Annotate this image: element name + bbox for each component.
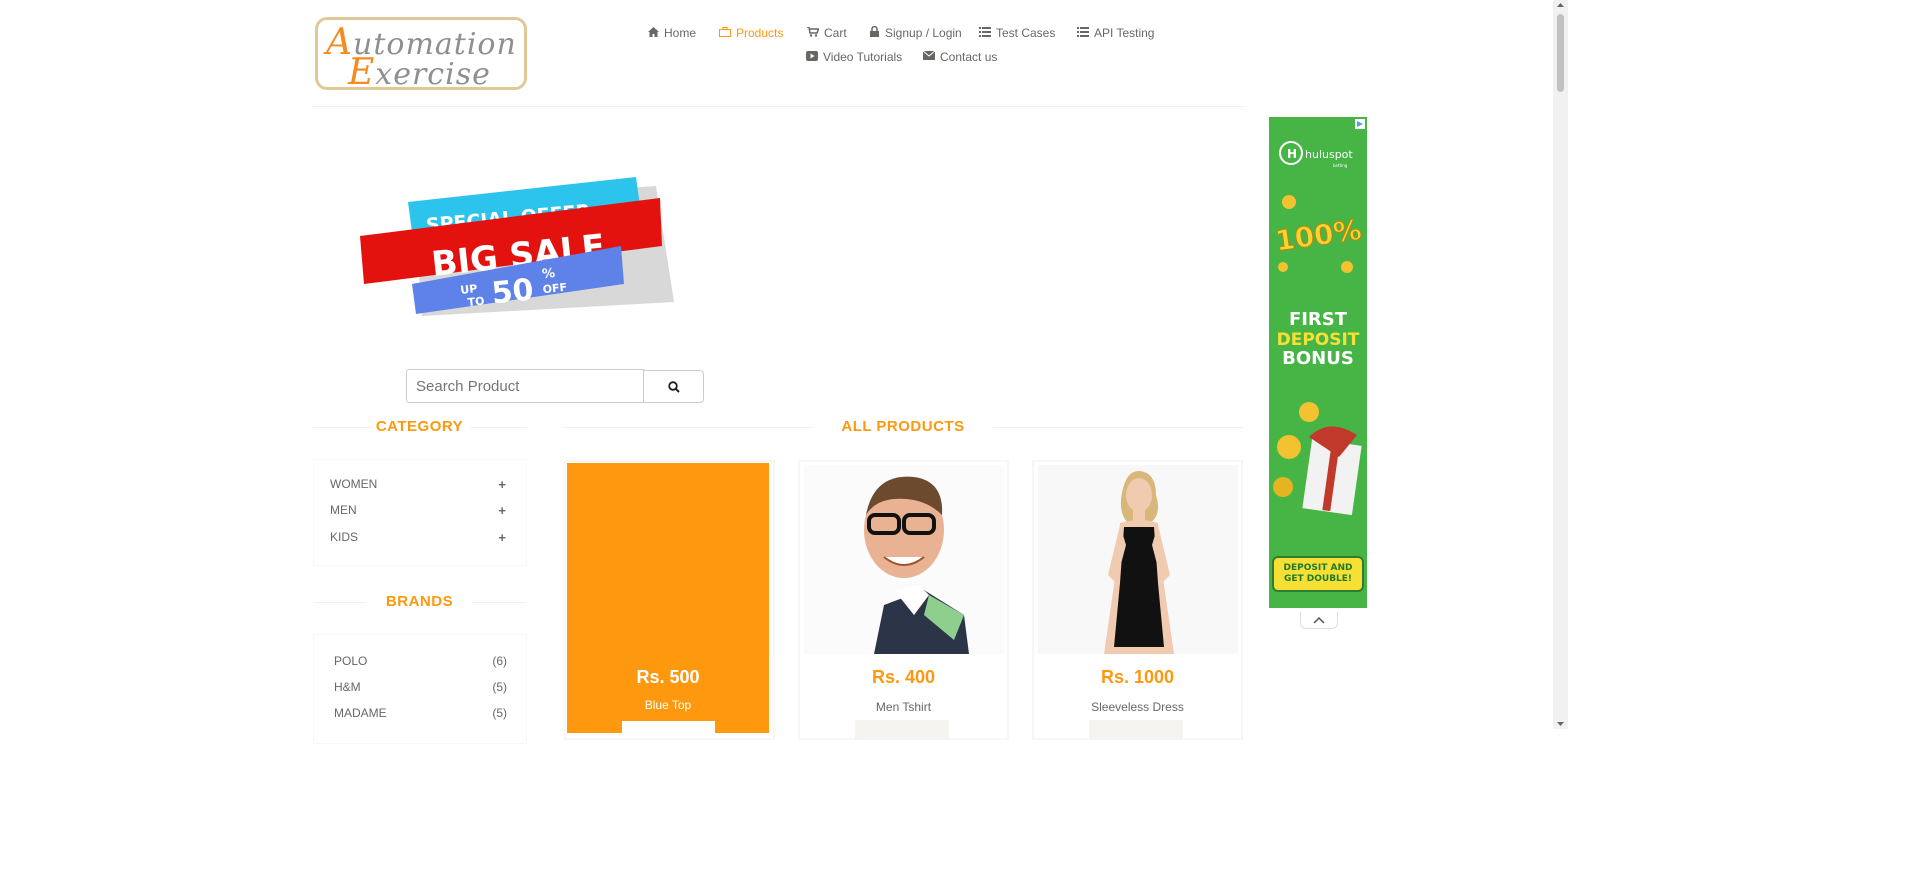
brands-title: BRANDS	[385, 593, 454, 610]
brand-madame[interactable]: MADAME (5)	[334, 706, 507, 720]
svg-text:huluspot: huluspot	[1305, 148, 1353, 161]
svg-text:betting: betting	[1333, 163, 1348, 168]
page-scrollbar[interactable]	[1553, 0, 1568, 729]
add-to-cart-button[interactable]	[855, 720, 949, 740]
search-button[interactable]	[643, 370, 704, 403]
chevron-up-icon	[1313, 616, 1325, 624]
ad-collapse-button[interactable]	[1300, 612, 1338, 629]
logo-line-2: Exercise	[348, 52, 491, 90]
nav-contact-us[interactable]: Contact us	[922, 50, 997, 64]
scroll-up-arrow-icon[interactable]	[1553, 0, 1568, 10]
add-to-cart-button[interactable]	[1089, 720, 1183, 740]
product-name: Sleeveless Dress	[1091, 700, 1184, 714]
overlay-price: Rs. 500	[636, 667, 700, 687]
svg-text:%: %	[541, 266, 556, 282]
list-icon	[979, 26, 991, 40]
product-name: Men Tshirt	[875, 700, 932, 714]
search-product-input[interactable]	[406, 369, 644, 403]
home-icon	[647, 26, 659, 40]
youtube-icon	[806, 50, 818, 64]
product-image	[804, 465, 1004, 654]
nav-home[interactable]: Home	[647, 26, 696, 40]
product-card-sleeveless-dress[interactable]: Rs. 1000 Sleeveless Dress	[1032, 460, 1243, 740]
nav-video-tutorials[interactable]: Video Tutorials	[806, 50, 902, 64]
brands-panel: POLO (6) H&M (5) MADAME (5)	[313, 634, 527, 744]
title-rule	[993, 427, 1243, 428]
category-men[interactable]: MEN +	[330, 503, 506, 518]
category-panel: WOMEN + MEN + KIDS +	[313, 459, 527, 566]
nav-signup-login[interactable]: Signup / Login	[868, 25, 962, 40]
product-price: Rs. 1000	[1100, 667, 1175, 687]
expand-icon[interactable]: +	[498, 477, 506, 492]
site-logo[interactable]: Automation Exercise	[315, 17, 527, 90]
add-to-cart-button[interactable]	[622, 721, 715, 737]
lock-icon	[868, 25, 880, 40]
search-icon	[667, 380, 680, 393]
svg-text:BONUS: BONUS	[1282, 348, 1354, 369]
nav-test-cases[interactable]: Test Cases	[979, 26, 1055, 40]
svg-text:50: 50	[490, 272, 535, 311]
brand-polo[interactable]: POLO (6)	[334, 654, 507, 668]
brand-hm[interactable]: H&M (5)	[334, 680, 507, 694]
product-card-men-tshirt[interactable]: Rs. 400 Men Tshirt	[798, 460, 1009, 740]
svg-text:OFF: OFF	[542, 281, 568, 296]
svg-text:FIRST: FIRST	[1289, 309, 1348, 330]
overlay-name: Blue Top	[644, 698, 692, 712]
category-title: CATEGORY	[375, 418, 464, 435]
scrollbar-thumb[interactable]	[1557, 14, 1564, 92]
category-women[interactable]: WOMEN +	[330, 477, 506, 492]
svg-text:H: H	[1287, 147, 1297, 161]
expand-icon[interactable]: +	[498, 530, 506, 545]
envelope-icon	[922, 50, 936, 63]
svg-text:DEPOSIT: DEPOSIT	[1277, 330, 1360, 350]
advertisement[interactable]: H huluspot betting 100% FIRST DEPOSIT BO…	[1269, 117, 1367, 608]
scroll-down-arrow-icon[interactable]	[1553, 719, 1568, 729]
product-hover-overlay[interactable]: Rs. 500 Blue Top	[567, 463, 769, 737]
woman-photo	[1104, 470, 1174, 654]
svg-text:100%: 100%	[1273, 213, 1363, 258]
product-icon	[719, 26, 731, 40]
cart-icon	[807, 25, 820, 40]
header-divider	[312, 106, 1245, 107]
svg-text:TO: TO	[467, 294, 485, 309]
product-image	[1038, 465, 1238, 654]
all-products-title: ALL PRODUCTS	[841, 418, 965, 435]
expand-icon[interactable]: +	[498, 503, 506, 518]
title-rule	[563, 427, 813, 428]
big-sale-banner: SPECIAL OFFER BIG SALE UP TO 50 % OFF	[360, 177, 674, 316]
ad-graphic: H huluspot betting 100% FIRST DEPOSIT BO…	[1272, 119, 1365, 592]
list-icon	[1077, 26, 1089, 40]
man-photo	[864, 476, 969, 654]
product-price: Rs. 400	[871, 667, 936, 687]
nav-products[interactable]: Products	[719, 26, 783, 40]
category-kids[interactable]: KIDS +	[330, 530, 506, 545]
nav-api-testing[interactable]: API Testing	[1077, 26, 1154, 40]
nav-cart[interactable]: Cart	[807, 25, 847, 40]
